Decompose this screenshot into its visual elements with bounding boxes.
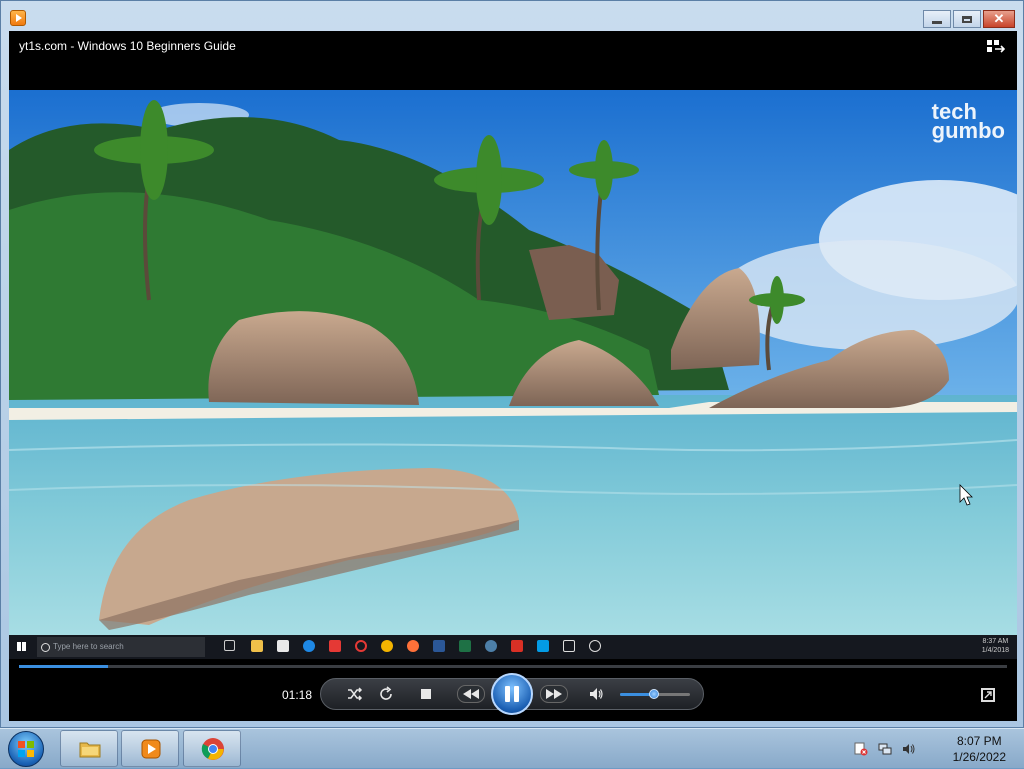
minimize-button[interactable] — [923, 10, 951, 28]
clock-date: 1/26/2022 — [952, 750, 1006, 764]
windows-taskbar: 8:07 PM 1/26/2022 — [0, 728, 1024, 768]
video-frame[interactable]: tech gumbo — [9, 90, 1017, 635]
start-button[interactable] — [8, 731, 44, 767]
maximize-icon — [962, 15, 972, 23]
mute-button[interactable] — [588, 686, 604, 702]
win10-search-box: Type here to search — [37, 637, 205, 657]
blue-app-icon — [537, 640, 549, 652]
system-tray: 8:07 PM 1/26/2022 — [854, 729, 1024, 769]
chrome-canary-icon — [381, 640, 393, 652]
fullscreen-button[interactable] — [981, 688, 995, 702]
win10-tray-clock: 8:37 AM 1/4/2018 — [982, 637, 1009, 655]
media-player-window: ✕ yt1s.com - Windows 10 Beginners Guide — [0, 0, 1024, 728]
fullscreen-icon — [984, 691, 992, 699]
pause-button[interactable] — [491, 673, 533, 715]
word-icon — [433, 640, 445, 652]
repeat-button[interactable] — [378, 686, 394, 702]
volume-tray-icon[interactable] — [902, 742, 916, 756]
close-button[interactable]: ✕ — [983, 10, 1015, 28]
win10-tray-time: 8:37 AM — [982, 638, 1009, 645]
techgumbo-watermark-logo: tech gumbo — [931, 101, 1005, 143]
task-view-icon — [224, 640, 235, 651]
watermark-line-2: gumbo — [931, 118, 1005, 143]
shuffle-button[interactable] — [347, 686, 363, 702]
close-icon: ✕ — [993, 11, 1005, 26]
player-area[interactable]: yt1s.com - Windows 10 Beginners Guide te… — [9, 31, 1017, 721]
elapsed-time: 01:18 — [282, 688, 313, 702]
volume-knob[interactable] — [648, 689, 659, 699]
seek-bar-progress — [19, 665, 108, 668]
win10-search-placeholder: Type here to search — [53, 642, 124, 651]
vivaldi-icon — [329, 640, 341, 652]
seven-icon — [563, 640, 575, 652]
switch-to-library-icon[interactable] — [987, 40, 1005, 54]
previous-button[interactable] — [457, 685, 485, 703]
minimize-icon — [932, 20, 942, 24]
caption-buttons: ✕ — [923, 10, 1015, 28]
video-title: yt1s.com - Windows 10 Beginners Guide — [19, 39, 236, 53]
seek-bar[interactable] — [19, 665, 1007, 668]
settings-gear-icon — [589, 640, 601, 652]
red-app-icon — [511, 640, 523, 652]
taskbar-file-explorer[interactable] — [60, 730, 118, 767]
cortana-icon — [41, 643, 50, 652]
firefox-icon — [407, 640, 419, 652]
file-explorer-icon — [251, 640, 263, 652]
media-player-app-icon[interactable] — [10, 10, 26, 26]
folder-icon — [79, 742, 101, 758]
clock-time: 8:07 PM — [956, 734, 1002, 748]
maximize-button[interactable] — [953, 10, 981, 28]
next-button[interactable] — [540, 685, 568, 703]
win10-start-icon — [17, 642, 26, 651]
taskbar-google-chrome[interactable] — [183, 730, 241, 767]
network-icon[interactable] — [878, 742, 892, 756]
store-icon — [277, 640, 289, 652]
chrome-icon — [201, 738, 224, 760]
media-player-icon — [141, 739, 161, 759]
excel-icon — [459, 640, 471, 652]
action-center-warning-icon[interactable] — [854, 742, 868, 756]
taskbar-windows-media-player[interactable] — [121, 730, 179, 767]
windows-logo-icon — [18, 741, 34, 757]
title-bar[interactable]: ✕ — [1, 1, 1023, 31]
opera-icon — [355, 640, 367, 652]
edge-icon — [303, 640, 315, 652]
volume-slider[interactable] — [620, 689, 690, 699]
beach-scene-image — [9, 90, 1017, 635]
video-embedded-win10-taskbar: Type here to search 8:37 AM 1/4/2018 — [9, 635, 1017, 659]
win10-tray-date: 1/4/2018 — [981, 647, 1009, 654]
steam-icon — [485, 640, 497, 652]
stop-button[interactable] — [421, 689, 431, 699]
taskbar-clock[interactable]: 8:07 PM 1/26/2022 — [953, 733, 1006, 765]
